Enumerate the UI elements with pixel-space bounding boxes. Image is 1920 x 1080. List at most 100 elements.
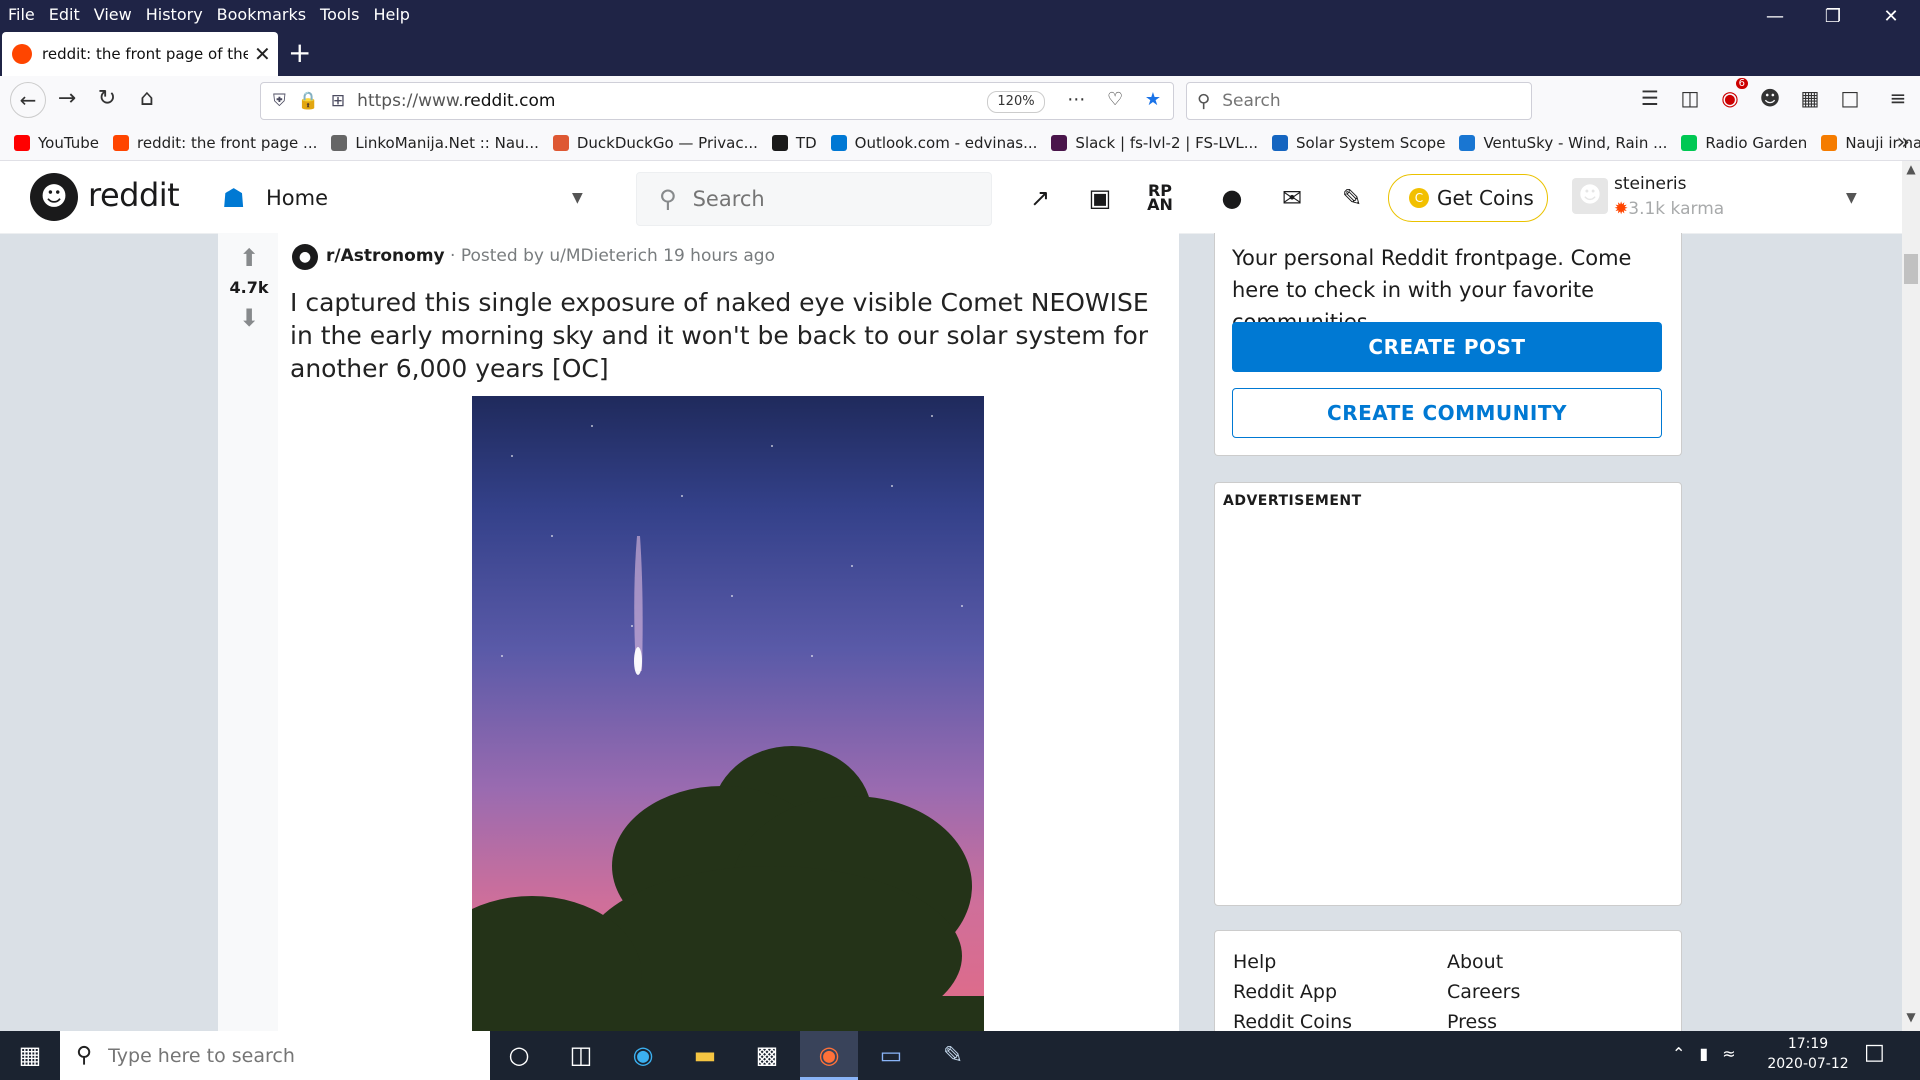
reddit-search-input[interactable]	[690, 186, 975, 212]
remote-desktop-icon[interactable]: ▭	[862, 1031, 920, 1080]
page-actions-icon[interactable]: ⋯	[1067, 89, 1085, 110]
windows-start-icon[interactable]: ▦	[0, 1031, 60, 1080]
zoom-level-badge[interactable]: 120%	[987, 91, 1045, 113]
reddit-snoo-logo-icon[interactable]: ☻	[30, 173, 78, 221]
lock-icon[interactable]: 🔒	[298, 91, 319, 111]
file-explorer-icon[interactable]: ▬	[676, 1031, 734, 1080]
subreddit-icon[interactable]: ●	[292, 244, 318, 270]
home-dropdown-label[interactable]: Home	[266, 186, 328, 210]
url-text[interactable]: https://www.reddit.com	[357, 91, 555, 111]
bookmarks-toolbar: YouTube reddit: the front page ... LinkoMa…	[0, 126, 1920, 161]
taskbar-search-input[interactable]	[106, 1043, 471, 1068]
post-image[interactable]	[472, 396, 984, 1031]
microsoft-store-icon[interactable]: ▩	[738, 1031, 796, 1080]
footer-link-about[interactable]: About	[1447, 951, 1503, 973]
menu-tools[interactable]: Tools	[320, 5, 359, 24]
bookmark-favicon-icon	[1681, 135, 1698, 151]
user-menu-chevron-icon[interactable]: ▼	[1846, 190, 1857, 206]
reddit-wordmark[interactable]: reddit	[88, 176, 180, 214]
bookmark-item[interactable]: Outlook.com - edvinas...	[830, 134, 1037, 152]
page-scrollbar[interactable]	[1902, 161, 1920, 1031]
cortana-icon[interactable]: ○	[490, 1031, 548, 1080]
bookmark-favicon-icon	[1051, 135, 1068, 151]
username[interactable]: steineris	[1614, 174, 1687, 194]
close-tab-icon[interactable]: ✕	[254, 42, 271, 66]
bookmark-star-icon[interactable]: ★	[1145, 89, 1161, 110]
tray-chevron-up-icon[interactable]: ⌃	[1672, 1044, 1685, 1063]
menu-history[interactable]: History	[146, 5, 203, 24]
menu-edit[interactable]: Edit	[49, 5, 80, 24]
wifi-icon[interactable]: ≈	[1722, 1044, 1735, 1063]
downvote-arrow-icon[interactable]: ⬇	[234, 304, 264, 332]
bookmark-item[interactable]: Radio Garden	[1681, 134, 1807, 152]
subreddit-link[interactable]: r/Astronomy	[326, 246, 445, 266]
scroll-up-icon[interactable]: ▲	[1902, 162, 1920, 176]
scrollbar-thumb[interactable]	[1904, 254, 1918, 284]
permissions-icon[interactable]: ⊞	[331, 91, 345, 111]
footer-link-reddit-coins[interactable]: Reddit Coins	[1233, 1011, 1352, 1033]
popular-trending-icon[interactable]: ↗	[1022, 184, 1058, 212]
user-avatar[interactable]: ☻	[1572, 178, 1608, 214]
browser-search-input[interactable]	[1220, 90, 1505, 112]
mail-icon[interactable]: ✉	[1274, 184, 1310, 212]
get-coins-button[interactable]: C Get Coins	[1388, 174, 1548, 222]
bookmark-item[interactable]: DuckDuckGo — Privac...	[552, 134, 758, 152]
footer-link-press[interactable]: Press	[1447, 1011, 1497, 1033]
bookmark-item[interactable]: reddit: the front page ...	[113, 134, 317, 152]
firefox-icon[interactable]: ◉	[800, 1031, 858, 1080]
footer-link-reddit-app[interactable]: Reddit App	[1233, 981, 1337, 1003]
home-icon[interactable]: ⌂	[132, 86, 162, 111]
create-community-button[interactable]: CREATE COMMUNITY	[1232, 388, 1662, 438]
reddit-search-box[interactable]: ⚲	[636, 172, 992, 226]
menu-view[interactable]: View	[94, 5, 132, 24]
post-title[interactable]: I captured this single exposure of naked…	[290, 286, 1150, 385]
address-bar[interactable]: ⛨ 🔒 ⊞ https://www.reddit.com 120% ⋯ ♡ ★	[260, 82, 1174, 120]
library-icon[interactable]: ☰	[1630, 86, 1670, 110]
chat-icon[interactable]: ●	[1214, 184, 1250, 212]
pocket-icon[interactable]: ♡	[1107, 89, 1123, 110]
bookmark-label: TD	[795, 134, 817, 152]
bookmark-item[interactable]: YouTube	[14, 134, 99, 152]
bookmark-item[interactable]: VentuSky - Wind, Rain ...	[1459, 134, 1667, 152]
menu-help[interactable]: Help	[373, 5, 409, 24]
footer-link-careers[interactable]: Careers	[1447, 981, 1520, 1003]
paint-icon[interactable]: ✎	[924, 1031, 982, 1080]
menu-bookmarks[interactable]: Bookmarks	[217, 5, 306, 24]
create-post-pencil-icon[interactable]: ✎	[1334, 184, 1370, 212]
bookmarks-overflow-icon[interactable]: »	[1897, 130, 1910, 155]
menu-bar: File Edit View History Bookmarks Tools H…	[0, 0, 1920, 28]
bookmark-item[interactable]: Solar System Scope	[1272, 134, 1445, 152]
tab-title: reddit: the front page of the internet	[42, 45, 248, 63]
rpan-icon[interactable]: RP AN	[1142, 183, 1178, 213]
browser-search-box[interactable]: ⚲	[1186, 82, 1532, 120]
account-icon[interactable]: ☻	[1750, 86, 1790, 110]
menu-file[interactable]: File	[8, 5, 35, 24]
edge-icon[interactable]: ◉	[614, 1031, 672, 1080]
notification-center-icon[interactable]: □	[1864, 1040, 1885, 1065]
taskbar-clock[interactable]: 17:19 2020-07-12	[1748, 1034, 1868, 1074]
taskbar-search-box[interactable]: ⚲	[60, 1031, 490, 1080]
extension-icon[interactable]: □	[1830, 86, 1870, 110]
tab-reddit[interactable]: reddit: the front page of the internet ✕	[2, 32, 278, 76]
ublock-extension-icon[interactable]: ◉ 6	[1710, 78, 1750, 110]
back-arrow-icon[interactable]: ←	[10, 82, 46, 118]
bookmark-item[interactable]: LinkoManija.Net :: Nau...	[331, 134, 539, 152]
forward-arrow-icon[interactable]: →	[52, 86, 82, 111]
footer-link-help[interactable]: Help	[1233, 951, 1276, 973]
shield-icon[interactable]: ⛨	[273, 91, 286, 111]
task-view-icon[interactable]: ◫	[552, 1031, 610, 1080]
bookmark-item[interactable]: Slack | fs-lvl-2 | FS-LVL...	[1051, 134, 1258, 152]
reload-icon[interactable]: ↻	[92, 86, 122, 111]
home-feed-icon[interactable]: ☗	[222, 184, 245, 214]
new-tab-icon[interactable]: +	[288, 36, 311, 69]
sidebar-icon[interactable]: ◫	[1670, 86, 1710, 110]
chevron-down-icon[interactable]: ▼	[572, 190, 583, 206]
scroll-down-icon[interactable]: ▼	[1902, 1010, 1920, 1024]
hamburger-menu-icon[interactable]: ≡	[1878, 86, 1918, 110]
all-leaderboard-icon[interactable]: ▣	[1082, 184, 1118, 212]
battery-icon[interactable]: ▮	[1699, 1044, 1708, 1063]
extension-grid-icon[interactable]: ▦	[1790, 86, 1830, 110]
create-post-button[interactable]: CREATE POST	[1232, 322, 1662, 372]
bookmark-item[interactable]: TD	[771, 134, 817, 152]
upvote-arrow-icon[interactable]: ⬆	[234, 244, 264, 272]
